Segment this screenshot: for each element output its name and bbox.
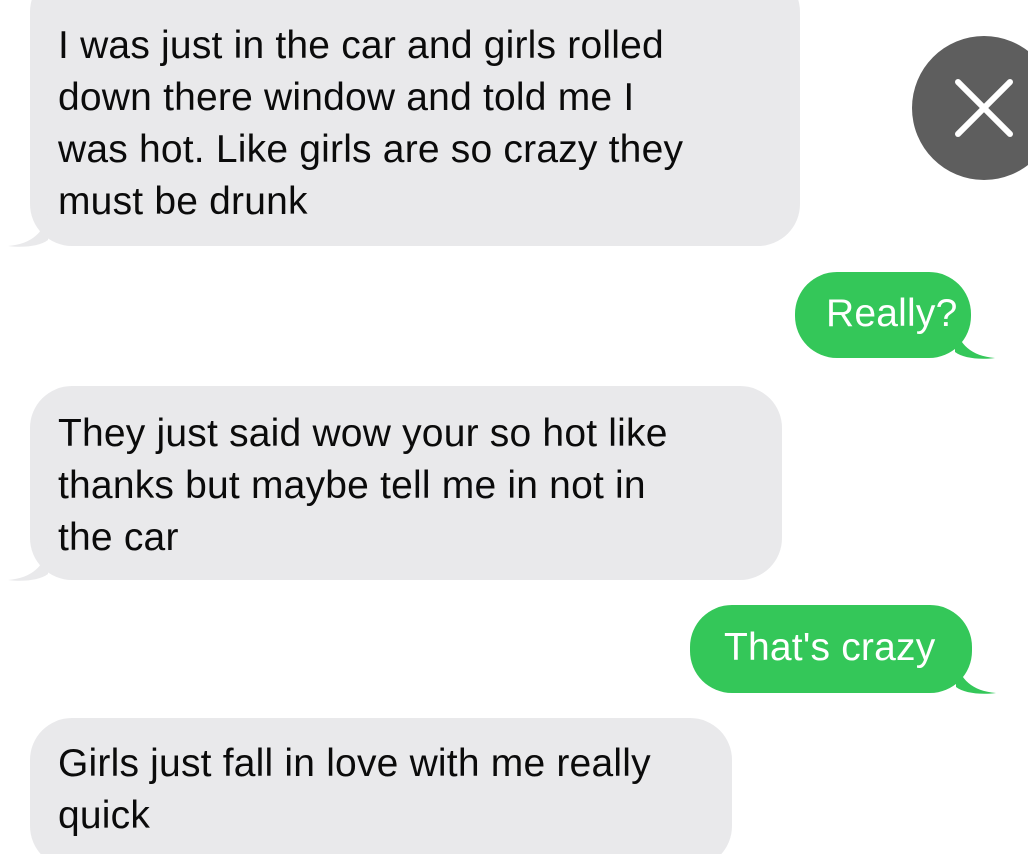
message-line: They just said wow your so hot like: [58, 412, 668, 455]
message-line: was hot. Like girls are so crazy they: [58, 128, 684, 171]
bubble-tail: [8, 214, 48, 247]
message-text: That's crazy: [724, 622, 972, 674]
outgoing-message-bubble: Really?: [795, 272, 995, 359]
message-line: quick: [58, 794, 151, 837]
message-line: Really?: [826, 292, 958, 335]
outgoing-message-bubble: That's crazy: [690, 605, 996, 694]
message-line: must be drunk: [58, 180, 308, 223]
message-line: Girls just fall in love with me really: [58, 742, 651, 785]
message-line: the car: [58, 516, 179, 559]
message-line: thanks but maybe tell me in not in: [58, 464, 646, 507]
message-text: They just said wow your so hot like than…: [58, 408, 752, 564]
message-text: I was just in the car and girls rolled d…: [58, 20, 770, 228]
message-line: I was just in the car and girls rolled: [58, 24, 664, 67]
close-button[interactable]: [912, 36, 1028, 180]
message-thread: I was just in the car and girls rolled d…: [0, 0, 1028, 854]
message-line: down there window and told me I: [58, 76, 635, 119]
incoming-message-bubble: I was just in the car and girls rolled d…: [8, 0, 800, 247]
message-text: Really?: [826, 288, 971, 340]
message-line: That's crazy: [724, 626, 936, 669]
bubble-tail: [8, 548, 48, 581]
close-icon: [955, 79, 1013, 137]
message-text: Girls just fall in love with me really q…: [58, 738, 702, 842]
incoming-message-bubble: They just said wow your so hot like than…: [8, 386, 782, 581]
incoming-message-bubble: Girls just fall in love with me really q…: [30, 718, 732, 854]
